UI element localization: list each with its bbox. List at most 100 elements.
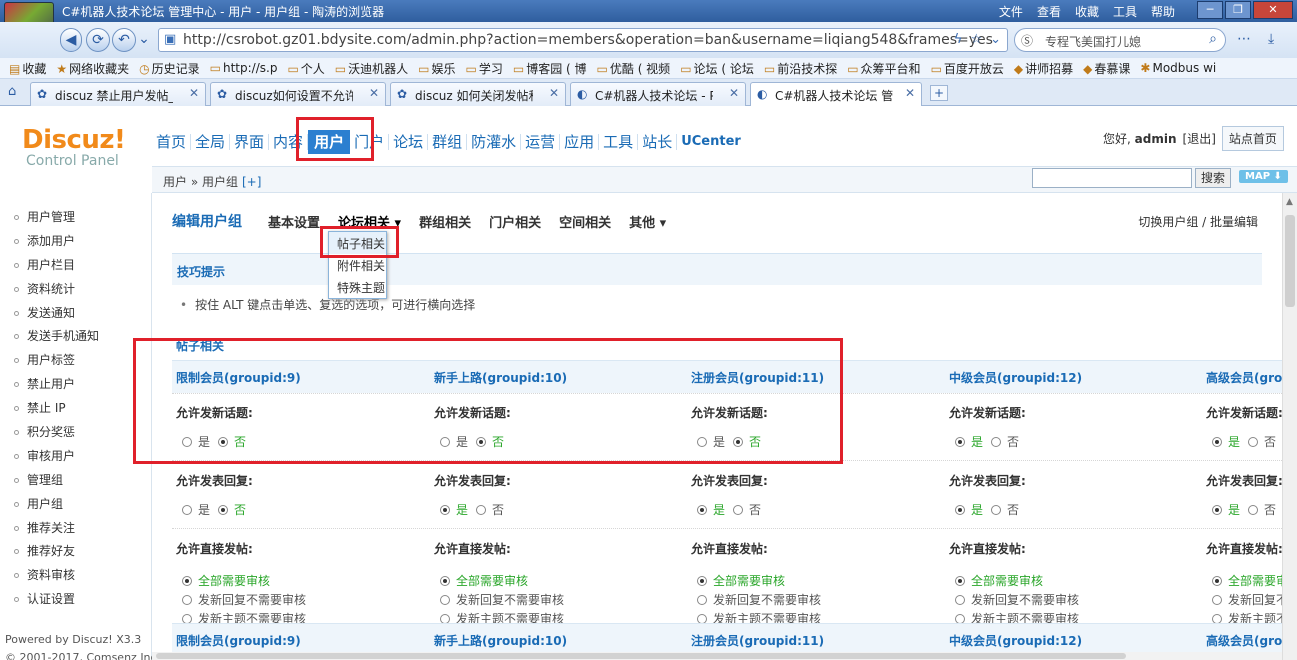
bookmark-item[interactable]: ◷ 历史记录 (134, 60, 205, 77)
logout-link[interactable]: [退出] (1183, 130, 1216, 147)
site-home-button[interactable]: 站点首页 (1221, 126, 1284, 151)
tab-space-related[interactable]: 空间相关 (559, 212, 611, 231)
search-icon[interactable]: ⌕ (1209, 31, 1217, 47)
new-topic-no-radio[interactable]: 否 (991, 433, 1019, 450)
admin-search-input[interactable] (1032, 168, 1192, 188)
sidebar-item-send-notice[interactable]: 发送通知 (14, 305, 99, 329)
new-topic-yes-radio[interactable]: 是 (1212, 433, 1240, 450)
direct-post-radio[interactable]: 全部需要审核 (697, 572, 945, 591)
nav-tools[interactable]: 工具 (599, 134, 639, 150)
reply-no-radio[interactable]: 否 (476, 501, 504, 518)
nav-home[interactable]: 首页 (152, 134, 192, 150)
direct-post-radio[interactable]: 发新回复不需要审核 (697, 591, 945, 610)
tab-close-icon[interactable]: ✕ (905, 86, 915, 100)
dropdown-icon[interactable]: ⌄ (990, 32, 1001, 47)
sidebar-item-moderate-users[interactable]: 审核用户 (14, 448, 99, 472)
browser-tab-active[interactable]: ◐ C#机器人技术论坛 管 ✕ (750, 82, 922, 106)
dropdown-item-special-threads[interactable]: 特殊主题 (329, 276, 386, 298)
nav-forum[interactable]: 论坛 (389, 134, 429, 150)
bookmark-item[interactable]: ✱ Modbus wi (1135, 61, 1221, 75)
scroll-up-icon[interactable]: ▲ (1286, 197, 1293, 207)
sidebar-item-profile-stats[interactable]: 资料统计 (14, 281, 99, 305)
nav-operation[interactable]: 运营 (521, 134, 561, 150)
sidebar-item-verify-settings[interactable]: 认证设置 (14, 591, 99, 615)
bookmark-item[interactable]: ▭ 博客园 ( 博 (508, 60, 592, 77)
bookmark-item[interactable]: ▭ 众筹平台和 (842, 60, 925, 77)
new-topic-yes-radio[interactable]: 是 (955, 433, 983, 450)
sidebar-item-recommend-follow[interactable]: 推荐关注 (14, 520, 99, 544)
menu-view[interactable]: 查看 (1037, 3, 1061, 20)
direct-post-radio[interactable]: 发新回复不需要审核 (1212, 591, 1282, 610)
new-topic-no-radio[interactable]: 否 (1248, 433, 1276, 450)
reply-no-radio[interactable]: 否 (218, 501, 246, 518)
sidebar-item-send-sms[interactable]: 发送手机通知 (14, 328, 99, 352)
nav-ucenter[interactable]: UCenter (677, 134, 745, 150)
menu-help[interactable]: 帮助 (1151, 3, 1175, 20)
tab-group-related[interactable]: 群组相关 (419, 212, 471, 231)
tab-basic-settings[interactable]: 基本设置 (268, 212, 320, 231)
bookmark-item[interactable]: ▭ 沃迪机器人 (330, 60, 413, 77)
sidebar-item-user-tags[interactable]: 用户标签 (14, 352, 99, 376)
browser-tab[interactable]: ✿ discuz 如何关闭发帖和 ✕ (390, 82, 566, 106)
bookmark-item[interactable]: ▭ 娱乐 (413, 60, 460, 77)
direct-post-radio[interactable]: 发新回复不需要审核 (955, 591, 1203, 610)
bookmark-item[interactable]: ◆ 春慕课 (1078, 60, 1135, 77)
search-box[interactable]: Ⓢ 专程飞美国打儿媳 ⌕ (1014, 28, 1226, 52)
bookmark-item[interactable]: ◆ 讲师招募 (1009, 60, 1078, 77)
star-icon[interactable]: ☆ (970, 32, 982, 47)
browser-tab[interactable]: ✿ discuz 禁止用户发帖_ ✕ (30, 82, 206, 106)
bookmark-item[interactable]: ★ 网络收藏夹 (51, 60, 134, 77)
tab-close-icon[interactable]: ✕ (549, 86, 559, 100)
nav-founder[interactable]: 站长 (638, 134, 678, 150)
sidebar-item-recommend-friends[interactable]: 推荐好友 (14, 543, 99, 567)
tab-portal-related[interactable]: 门户相关 (489, 212, 541, 231)
sidebar-item-ban-user[interactable]: 禁止用户 (14, 376, 99, 400)
browser-tab[interactable]: ◐ C#机器人技术论坛 - Po ✕ (570, 82, 746, 106)
reply-no-radio[interactable]: 否 (733, 501, 761, 518)
more-icon[interactable]: ⋯ (1237, 31, 1251, 47)
scroll-thumb[interactable] (1285, 215, 1295, 307)
scroll-thumb[interactable] (156, 653, 1126, 659)
menu-tools[interactable]: 工具 (1113, 3, 1137, 20)
reply-no-radio[interactable]: 否 (1248, 501, 1276, 518)
lightning-icon[interactable]: ϟ (954, 32, 963, 47)
tab-close-icon[interactable]: ✕ (189, 86, 199, 100)
vertical-scrollbar[interactable]: ▲ (1282, 193, 1297, 660)
bookmark-item[interactable]: ▭ 学习 (461, 60, 508, 77)
bookmark-item[interactable]: ▭ 前沿技术探 (759, 60, 842, 77)
sidebar-item-admin-groups[interactable]: 管理组 (14, 472, 99, 496)
reply-yes-radio[interactable]: 是 (697, 501, 725, 518)
direct-post-radio[interactable]: 全部需要审核 (182, 572, 430, 591)
horizontal-scrollbar[interactable] (152, 652, 1282, 660)
sidebar-item-ban-ip[interactable]: 禁止 IP (14, 400, 99, 424)
sidebar-item-user-manage[interactable]: 用户管理 (14, 209, 99, 233)
direct-post-radio[interactable]: 发新回复不需要审核 (440, 591, 688, 610)
minimize-icon[interactable]: ─ (1197, 1, 1223, 19)
bookmark-item[interactable]: ▭ 个人 (282, 60, 329, 77)
nav-group[interactable]: 群组 (428, 134, 468, 150)
reply-yes-radio[interactable]: 是 (1212, 501, 1240, 518)
nav-antispam[interactable]: 防灌水 (467, 134, 522, 150)
sidebar-item-profile-review[interactable]: 资料审核 (14, 567, 99, 591)
nav-global[interactable]: 全局 (191, 134, 231, 150)
bookmark-item[interactable]: ▭ 百度开放云 (926, 60, 1009, 77)
bookmark-item[interactable]: ▭ 优酷 ( 视频 (592, 60, 676, 77)
back-icon[interactable]: ◀ (60, 28, 82, 52)
maximize-icon[interactable]: ❐ (1225, 1, 1251, 19)
discuz-logo[interactable]: Discuz! Control Panel (22, 125, 126, 169)
reply-no-radio[interactable]: 否 (991, 501, 1019, 518)
sidebar-item-add-user[interactable]: 添加用户 (14, 233, 99, 257)
reply-yes-radio[interactable]: 是 (440, 501, 468, 518)
home-icon[interactable]: ⌂ (8, 84, 16, 99)
direct-post-radio[interactable]: 全部需要审核 (955, 572, 1203, 591)
menu-file[interactable]: 文件 (999, 3, 1023, 20)
reply-yes-radio[interactable]: 是 (955, 501, 983, 518)
bookmark-item[interactable]: ▭ 论坛 ( 论坛 (675, 60, 759, 77)
map-button[interactable]: MAP ⬇ (1239, 170, 1288, 183)
browser-tab[interactable]: ✿ discuz如何设置不允许 ✕ (210, 82, 386, 106)
nav-style[interactable]: 界面 (230, 134, 270, 150)
tab-close-icon[interactable]: ✕ (729, 86, 739, 100)
new-tab-icon[interactable]: + (930, 85, 948, 101)
sidebar-item-user-groups[interactable]: 用户组 (14, 496, 99, 520)
bookmark-item[interactable]: ▭ http://s.p (205, 61, 283, 75)
